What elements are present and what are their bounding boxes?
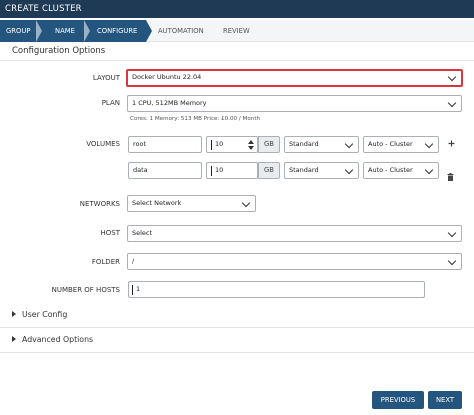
advanced-options-label: Advanced Options (22, 335, 94, 344)
number-of-hosts-input[interactable]: 1 (128, 281, 425, 298)
plan-value: 1 CPU, 512MB Memory (132, 99, 207, 107)
user-config-label: User Config (22, 310, 68, 319)
host-select[interactable]: Select (127, 225, 462, 242)
host-label: HOST (100, 229, 121, 237)
plan-select[interactable]: 1 CPU, 512MB Memory (127, 95, 462, 112)
divider (0, 352, 474, 353)
delete-volume-button[interactable] (447, 166, 454, 181)
chevron-down-icon (447, 72, 457, 82)
volume-type-value: Standard (289, 140, 319, 148)
volume-name-value: data (133, 166, 148, 174)
chevron-right-icon (84, 20, 90, 42)
wizard-step-review[interactable]: REVIEW (223, 20, 250, 42)
next-button[interactable]: NEXT (428, 391, 462, 409)
triangle-right-icon (12, 336, 16, 342)
section-title: Configuration Options (12, 46, 106, 56)
networks-value: Select Network (132, 199, 182, 207)
previous-button[interactable]: PREVIOUS (372, 391, 424, 409)
volume-name-input[interactable]: data (128, 162, 202, 179)
layout-label: LAYOUT (92, 74, 120, 82)
chevron-down-icon (424, 165, 434, 175)
folder-select[interactable]: / (127, 253, 462, 270)
volumes-label: VOLUMES (86, 140, 120, 148)
number-of-hosts-value: 1 (136, 285, 141, 293)
wizard-step-automation[interactable]: AUTOMATION (158, 20, 204, 42)
volume-type-select[interactable]: Standard (284, 136, 359, 153)
layout-value: Docker Ubuntu 22.04 (132, 73, 202, 81)
triangle-right-icon (12, 311, 16, 317)
text-cursor (211, 140, 212, 150)
chevron-down-icon (344, 165, 354, 175)
volume-size-value: 10 (215, 140, 224, 148)
volume-type-value: Standard (289, 166, 319, 174)
wizard-step-group[interactable]: GROUP (6, 20, 30, 42)
wizard-step-name[interactable]: NAME (55, 20, 75, 42)
volume-size-input[interactable]: 10 (206, 162, 258, 179)
networks-label: NETWORKS (79, 200, 120, 208)
plan-label: PLAN (101, 99, 120, 107)
folder-label: FOLDER (91, 258, 120, 266)
wizard-step-configure[interactable]: CONFIGURE (97, 20, 137, 42)
spin-down-icon[interactable] (248, 146, 254, 150)
user-config-toggle[interactable]: User Config (12, 310, 67, 319)
volume-size-input[interactable]: 10 (206, 136, 258, 153)
chevron-down-icon (447, 228, 457, 238)
volume-datastore-value: Auto - Cluster (368, 140, 413, 148)
plan-hint: Cores: 1 Memory: 513 MB Price: £0.00 / M… (130, 116, 261, 122)
host-value: Select (132, 229, 153, 237)
volume-name-value: root (133, 140, 147, 148)
chevron-right-icon (146, 20, 152, 42)
volume-size-value: 10 (215, 166, 224, 174)
layout-select[interactable]: Docker Ubuntu 22.04 (126, 69, 463, 87)
chevron-down-icon (447, 98, 457, 108)
chevron-down-icon (344, 139, 354, 149)
volume-name-input[interactable]: root (128, 136, 202, 153)
chevron-down-icon (241, 198, 251, 208)
text-cursor (132, 285, 133, 295)
number-of-hosts-label: NUMBER OF HOSTS (51, 286, 120, 294)
wizard-steps: GROUP NAME CONFIGURE AUTOMATION REVIEW (0, 20, 474, 42)
chevron-down-icon (447, 256, 457, 266)
networks-select[interactable]: Select Network (127, 195, 256, 212)
plus-icon (448, 140, 455, 147)
window-title: CREATE CLUSTER (0, 0, 474, 18)
divider (0, 327, 474, 328)
volume-unit: GB (258, 162, 280, 179)
volume-type-select[interactable]: Standard (284, 162, 359, 179)
trash-icon (447, 173, 454, 181)
chevron-down-icon (424, 139, 434, 149)
volume-datastore-value: Auto - Cluster (368, 166, 413, 174)
add-volume-button[interactable] (448, 140, 455, 150)
chevron-right-icon (36, 20, 42, 42)
divider (0, 60, 474, 61)
folder-value: / (132, 257, 135, 265)
volume-datastore-select[interactable]: Auto - Cluster (363, 162, 439, 179)
spin-up-icon[interactable] (248, 140, 254, 144)
volume-unit: GB (258, 136, 280, 153)
advanced-options-toggle[interactable]: Advanced Options (12, 335, 93, 344)
volume-datastore-select[interactable]: Auto - Cluster (363, 136, 439, 153)
text-cursor (211, 166, 212, 176)
